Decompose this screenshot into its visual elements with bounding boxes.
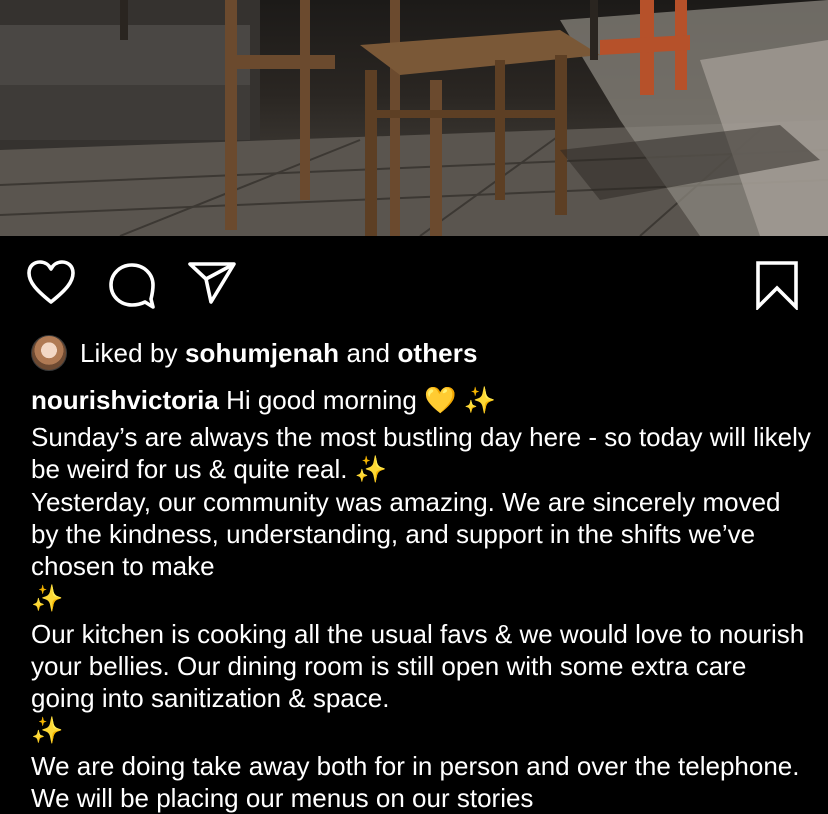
sparkles-emoji: ✨ [354,455,388,485]
sparkles-emoji: ✨ [31,584,64,614]
yellow-heart-emoji: 💛 [424,386,457,416]
paper-plane-icon[interactable] [187,260,237,306]
post-photo[interactable] [0,0,828,236]
likes-prefix: Liked by [80,337,178,368]
caption-paragraph-3: Our kitchen is cooking all the usual fav… [31,619,805,713]
caption-paragraph-4: We are doing take away both for in perso… [31,751,800,813]
dining-room-image [0,0,828,236]
likes-connector: and [346,337,391,368]
post-action-bar [0,236,828,332]
likes-summary: Liked by sohumjenah and others [31,335,478,371]
liker-username[interactable]: sohumjenah [185,338,339,369]
caption-username[interactable]: nourishvictoria [31,385,219,415]
heart-icon[interactable] [26,260,76,306]
post-caption: nourishvictoria Hi good morning 💛 ✨ Sund… [31,384,811,814]
bookmark-icon[interactable] [755,260,799,310]
likes-others-link[interactable]: others [397,338,477,369]
caption-greeting: Hi good morning [226,385,417,415]
liker-avatar[interactable] [31,335,67,371]
comment-icon[interactable] [107,261,157,309]
caption-paragraph-2: Yesterday, our community was amazing. We… [31,487,781,581]
caption-paragraph-1: Sunday’s are always the most bustling da… [31,422,811,484]
sparkles-emoji: ✨ [463,386,497,416]
sparkles-emoji: ✨ [31,716,64,746]
